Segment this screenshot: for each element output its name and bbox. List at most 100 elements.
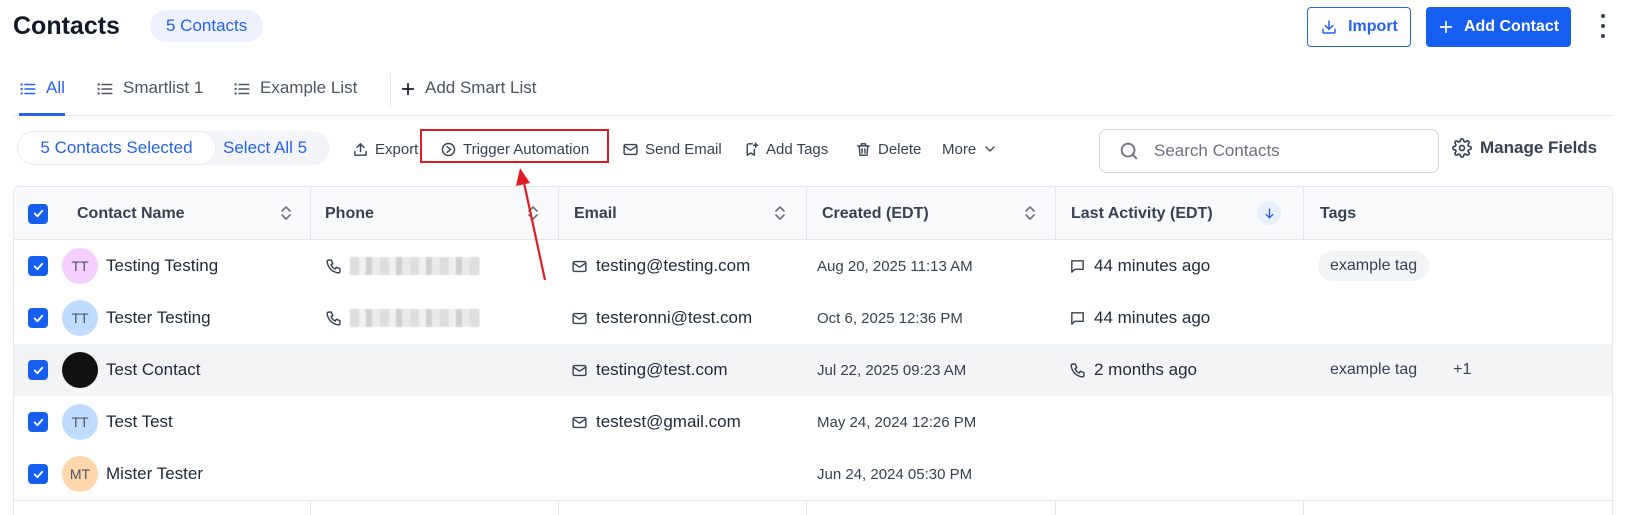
import-button[interactable]: Import [1307,7,1411,47]
last-activity-cell: 2 months ago [1069,344,1197,396]
download-icon [1322,20,1336,34]
more-tags-count[interactable]: +1 [1453,361,1471,379]
tags-cell[interactable]: example tag [1318,240,1430,292]
contact-name-cell[interactable]: TT Test Test [62,396,173,448]
column-header-contact-name[interactable]: Contact Name [77,187,185,240]
checkbox-checked[interactable] [28,360,48,380]
last-activity-value: 2 months ago [1094,360,1198,379]
avatar: MT [62,456,98,492]
avatar-initials: TT [71,414,89,430]
checkbox-checked[interactable] [28,464,48,484]
sort-descending-icon[interactable] [1257,201,1281,225]
sort-icon[interactable] [1023,205,1037,221]
add-contact-button[interactable]: Add Contact [1426,7,1571,47]
last-activity-cell: 44 minutes ago [1069,292,1210,344]
annotation-highlight-box [420,129,609,163]
email-value: testeronni@test.com [596,308,753,327]
contact-name[interactable]: Test Test [106,412,173,432]
table-row[interactable]: Test Contact testing@test.com Jul 22, 2025… [14,344,1612,397]
more-label: More [942,140,977,158]
search-input[interactable] [1154,141,1414,161]
row-checkbox[interactable] [28,448,48,500]
phone-cell[interactable] [325,240,480,292]
select-all-checkbox[interactable] [28,187,48,240]
column-header-created[interactable]: Created (EDT) [822,187,929,240]
avatar [62,352,98,388]
check-icon [33,366,43,374]
contact-name[interactable]: Test Contact [106,360,201,380]
tab-example-list[interactable]: Example List [233,78,357,116]
contact-name[interactable]: Tester Testing [106,308,211,328]
chat-icon [1069,310,1086,327]
chevron-down-icon [985,146,995,152]
tag-chip[interactable]: example tag [1318,251,1430,281]
delete-button[interactable]: Delete [855,138,921,160]
table-row[interactable]: TT Testing Testing testing@testing.com Aug … [14,240,1612,293]
check-icon [33,470,43,478]
created-cell: Jul 22, 2025 09:23 AM [817,344,966,396]
add-tags-button[interactable]: Add Tags [743,138,828,160]
plus-icon [401,82,415,96]
contacts-table: Contact Name Phone Email Created (EDT) L… [13,186,1613,515]
more-options-icon[interactable] [1595,12,1611,40]
email-cell[interactable]: testeronni@test.com [571,292,752,344]
sort-icon[interactable] [279,205,293,221]
tab-smartlist-1[interactable]: Smartlist 1 [96,78,203,116]
contact-name[interactable]: Mister Tester [106,464,203,484]
mail-icon [571,310,588,327]
email-cell[interactable]: testing@test.com [571,344,728,396]
list-icon [97,83,113,95]
selection-pill: 5 Contacts Selected Select All 5 [17,131,330,165]
checkbox-checked[interactable] [28,256,48,276]
column-header-phone[interactable]: Phone [325,187,374,240]
add-smart-list-button[interactable]: Add Smart List [400,78,537,116]
sort-icon[interactable] [773,205,787,221]
import-button-label: Import [1348,18,1398,35]
phone-cell[interactable] [325,292,480,344]
created-value: Jun 24, 2024 05:30 PM [817,465,973,483]
last-activity-cell: 44 minutes ago [1069,240,1210,292]
contact-name-cell[interactable]: TT Tester Testing [62,292,211,344]
tab-label: All [46,78,65,97]
row-checkbox[interactable] [28,292,48,344]
tag-chip[interactable]: example tag [1318,355,1429,385]
checkbox-checked[interactable] [28,412,48,432]
email-cell[interactable]: testest@gmail.com [571,396,741,448]
delete-label: Delete [878,140,922,158]
checkbox-checked[interactable] [28,308,48,328]
contact-name-cell[interactable]: Test Contact [62,344,201,396]
table-row[interactable]: MT Mister Tester Jun 24, 2024 05:30 PM [14,448,1612,501]
list-icon [234,83,250,95]
created-cell: May 24, 2024 12:26 PM [817,396,976,448]
more-dropdown[interactable]: More [942,138,998,160]
row-checkbox[interactable] [28,396,48,448]
page-header: Contacts 5 Contacts Import Add Contact [13,0,1613,52]
created-value: Jul 22, 2025 09:23 AM [817,361,967,379]
tab-all[interactable]: All [19,78,65,116]
send-email-button[interactable]: Send Email [622,138,722,160]
search-box[interactable] [1099,129,1439,173]
select-all-button[interactable]: Select All 5 [223,131,307,165]
tab-label: Example List [260,78,358,97]
page-title: Contacts [13,12,120,40]
contacts-selected-button[interactable]: 5 Contacts Selected [17,131,216,165]
row-checkbox[interactable] [28,344,48,396]
contact-name[interactable]: Testing Testing [106,256,218,276]
avatar-initials: TT [71,258,89,274]
add-contact-button-label: Add Contact [1463,18,1560,35]
column-header-last-activity[interactable]: Last Activity (EDT) [1071,187,1213,240]
export-label: Export [375,140,419,158]
row-checkbox[interactable] [28,240,48,292]
column-header-tags[interactable]: Tags [1320,187,1356,240]
column-header-email[interactable]: Email [574,187,617,240]
phone-icon [325,258,342,275]
manage-fields-button[interactable]: Manage Fields [1452,138,1597,158]
export-button[interactable]: Export [352,138,418,160]
tags-cell[interactable]: example tag +1 [1318,344,1471,396]
contact-name-cell[interactable]: TT Testing Testing [62,240,218,292]
check-icon [33,418,43,426]
table-row[interactable]: TT Test Test testest@gmail.com May 24, 2024… [14,396,1612,449]
table-row[interactable]: TT Tester Testing testeronni@test.com Oct 6… [14,292,1612,345]
email-cell[interactable]: testing@testing.com [571,240,750,292]
contact-name-cell[interactable]: MT Mister Tester [62,448,203,500]
